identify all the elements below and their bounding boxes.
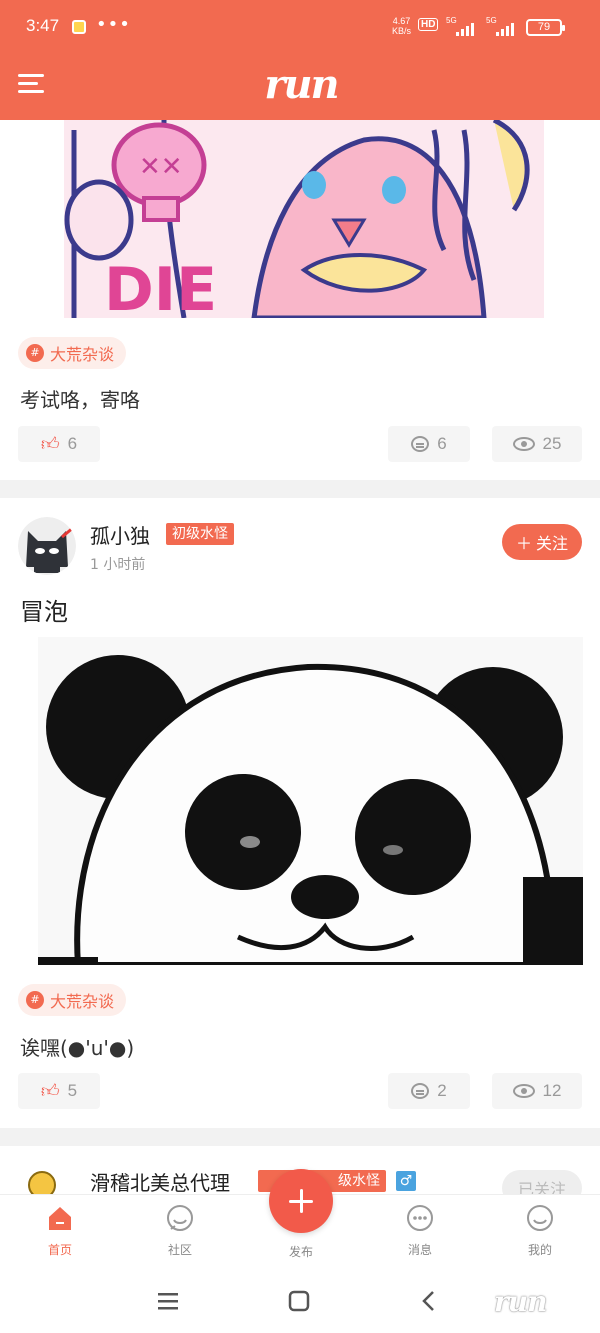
battery-icon: 79 [526,19,565,36]
signal-icon: 5G [486,16,520,36]
home-icon [49,1207,71,1230]
back-icon[interactable] [416,1288,442,1314]
network-speed-unit: KB/s [392,26,412,36]
menu-icon[interactable] [18,72,46,96]
author-name[interactable]: 滑稽北美总代理 [90,1167,230,1194]
nav-profile[interactable]: 我的 [500,1203,580,1258]
post-image[interactable]: ✕✕ DIE [64,120,544,318]
home-button-icon[interactable] [286,1288,312,1314]
like-button[interactable]: 👍︎ 6 [18,426,100,462]
app-logo: run [264,61,339,108]
signal-icon: 5G [446,16,480,36]
post-time: 1 小时前 [90,557,146,573]
nav-messages[interactable]: 消息 [380,1203,460,1258]
post-divider [0,1128,600,1146]
profile-icon [527,1205,553,1231]
comment-button[interactable]: 2 [388,1073,470,1109]
message-icon [407,1205,433,1231]
level-badge: 初级水怪 [166,523,234,545]
followed-button[interactable]: 已关注 [502,1170,582,1194]
post-feed[interactable]: ✕✕ DIE # 大荒杂谈 考试咯，寄咯 👍︎ 6 6 25 孤小独 初级水怪 … [0,120,600,1194]
network-speed-value: 4.67 [392,16,411,26]
notification-icon [72,20,86,34]
post-divider [0,480,600,498]
community-icon [167,1205,193,1231]
recent-apps-icon[interactable] [155,1288,181,1314]
more-notifications-icon: ••• [96,14,131,35]
status-time: 3:47 [26,16,60,35]
eye-icon [512,1084,535,1098]
thumbs-up-icon: 👍︎ [40,434,60,454]
nav-label: 消息 [407,1243,432,1257]
comment-count: 6 [437,434,447,453]
watermark-logo: run [494,1285,547,1318]
nav-community[interactable]: 社区 [140,1203,220,1258]
publish-label: 发布 [288,1245,313,1259]
comment-icon [411,436,430,452]
topic-tag[interactable]: # 大荒杂谈 [18,984,127,1016]
post-image[interactable] [38,637,583,965]
like-button[interactable]: 👍︎ 5 [18,1073,100,1109]
post-content: 考试咯，寄咯 [20,388,140,412]
plus-icon: ＋ [515,534,532,553]
topic-tag-label: 大荒杂谈 [50,992,115,1011]
comment-button[interactable]: 6 [388,426,470,462]
publish-button[interactable] [269,1169,333,1233]
svg-text:✕✕: ✕✕ [139,152,183,182]
comment-icon [411,1083,430,1099]
avatar[interactable] [18,1163,76,1194]
view-count: 12 [542,1081,562,1100]
nav-label: 我的 [527,1243,552,1257]
signal-label: 5G [486,16,497,25]
app-header: 3:47 ••• 4.67 KB/s HD 5G 5G 79 run [0,0,600,120]
view-count-button[interactable]: 12 [492,1073,582,1109]
follow-label: 已关注 [517,1180,566,1194]
status-bar: 3:47 ••• 4.67 KB/s HD 5G 5G 79 [0,0,600,56]
bottom-navigation: 首页 社区 发布 消息 我的 [0,1169,600,1270]
follow-label: 关注 [536,534,569,553]
nav-label: 社区 [167,1243,192,1257]
signal-label: 5G [446,16,457,25]
hd-icon: HD [418,18,439,31]
hashtag-icon: # [26,991,44,1009]
network-speed: 4.67 KB/s [392,16,411,36]
like-count: 6 [67,434,78,453]
view-count: 25 [542,434,562,453]
view-count-button[interactable]: 25 [492,426,582,462]
hashtag-icon: # [26,344,44,362]
follow-button[interactable]: ＋ 关注 [502,524,582,560]
comment-count: 2 [437,1081,447,1100]
nav-home[interactable]: 首页 [20,1203,100,1258]
male-icon: ♂ [396,1171,416,1191]
eye-icon [512,437,535,451]
nav-label: 首页 [47,1243,72,1257]
topic-tag-label: 大荒杂谈 [50,345,115,364]
topic-tag[interactable]: # 大荒杂谈 [18,337,127,369]
thumbs-up-icon: 👍︎ [40,1081,60,1101]
post-content: 诶嘿(●'u'●) [20,1036,135,1060]
svg-text:DIE: DIE [104,255,217,318]
author-name[interactable]: 孤小独 [90,520,150,549]
like-count: 5 [67,1081,78,1100]
post-title: 冒泡 [20,598,68,626]
avatar[interactable] [18,517,76,575]
